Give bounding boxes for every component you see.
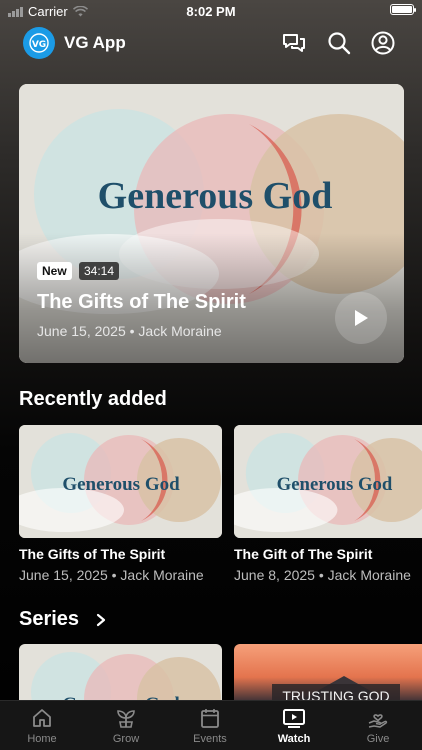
calendar-icon [201, 709, 219, 728]
recently-added-heading: Recently added [19, 388, 167, 410]
battery-icon [390, 4, 416, 15]
app-title: VG App [64, 33, 126, 52]
play-button[interactable] [335, 292, 387, 344]
tab-events[interactable]: Events [180, 707, 240, 745]
sermon-card[interactable]: Generous God [19, 425, 222, 538]
series-card[interactable]: TRUSTING GOD [234, 644, 422, 704]
series-thumbnail: TRUSTING GOD [234, 644, 422, 704]
hero-title: The Gifts of The Spirit [37, 291, 246, 313]
vg-logo-icon: VG [29, 33, 49, 53]
clock: 8:02 PM [186, 4, 236, 19]
card-meta: June 8, 2025 • Jack Moraine [234, 567, 411, 583]
duration-badge: 34:14 [79, 262, 120, 280]
logo-text: VG [32, 40, 46, 50]
sermon-thumbnail: Generous God [19, 425, 222, 538]
tab-label: Events [193, 733, 227, 745]
hero-meta: June 15, 2025 • Jack Moraine [37, 323, 222, 339]
chat-icon[interactable] [281, 30, 307, 56]
home-icon [33, 709, 51, 727]
sprout-icon [117, 710, 135, 728]
account-icon[interactable] [370, 30, 396, 56]
tab-watch[interactable]: Watch [264, 707, 324, 745]
tab-label: Give [366, 733, 390, 745]
thumbnail-title: Generous God [277, 474, 393, 495]
play-icon [355, 310, 368, 326]
card-meta: June 15, 2025 • Jack Moraine [19, 567, 204, 583]
search-icon[interactable] [326, 30, 352, 56]
app-logo[interactable]: VG [23, 27, 55, 59]
card-title[interactable]: The Gift of The Spirit [234, 546, 372, 562]
sermon-thumbnail: Generous God [234, 425, 422, 538]
tab-label: Grow [112, 733, 140, 745]
app-header: VG VG App [0, 24, 422, 64]
tab-home[interactable]: Home [12, 707, 72, 745]
tab-bar: Home Grow Events Watch Give [0, 700, 422, 750]
chevron-right-icon[interactable] [95, 613, 107, 627]
tab-label: Home [27, 733, 57, 745]
tab-grow[interactable]: Grow [96, 707, 156, 745]
series-heading[interactable]: Series [19, 608, 79, 631]
status-bar: Carrier 8:02 PM [0, 0, 422, 22]
new-badge: New [37, 262, 72, 280]
series-thumbnail: Generous God [19, 644, 222, 704]
tab-give[interactable]: Give [348, 707, 408, 745]
card-title[interactable]: The Gifts of The Spirit [19, 546, 165, 562]
giving-hand-icon [368, 714, 388, 728]
series-card[interactable]: Generous God [19, 644, 222, 704]
play-screen-icon [283, 709, 305, 728]
artwork-title: Generous God [98, 175, 333, 217]
tab-label: Watch [277, 733, 311, 745]
thumbnail-title: Generous God [62, 474, 180, 495]
featured-sermon-card[interactable]: Generous God New 34:14 The Gifts of The … [19, 84, 404, 363]
sermon-card[interactable]: Generous God [234, 425, 422, 538]
